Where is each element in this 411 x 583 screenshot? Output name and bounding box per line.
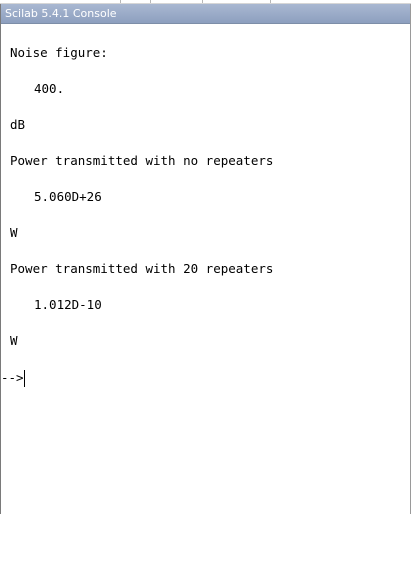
console-line-power-no-repeaters-label: Power transmitted with no repeaters: [10, 153, 274, 168]
strip-tick: [120, 0, 121, 3]
console-output[interactable]: Noise figure: 400. dB Power transmitted …: [1, 25, 410, 514]
console-line-noise-label: Noise figure:: [10, 45, 108, 60]
title-bar[interactable]: Scilab 5.4.1 Console: [1, 4, 410, 24]
console-line-power-20-repeaters-label: Power transmitted with 20 repeaters: [10, 261, 274, 276]
console-line-power-20-repeaters-unit: W: [10, 333, 18, 348]
strip-tick: [150, 0, 151, 3]
console-window: Scilab 5.4.1 Console Noise figure: 400. …: [0, 4, 411, 514]
strip-tick: [270, 0, 271, 3]
strip-tick: [202, 0, 203, 3]
console-line-power-no-repeaters-unit: W: [10, 225, 18, 240]
console-prompt: -->: [1, 370, 24, 385]
window-title: Scilab 5.4.1 Console: [5, 7, 117, 20]
text-caret: [23, 369, 25, 387]
console-prompt-row[interactable]: -->: [1, 369, 25, 387]
console-line-noise-value: 400.: [34, 81, 65, 96]
console-line-power-no-repeaters-value: 5.060D+26: [34, 189, 102, 204]
console-line-power-20-repeaters-value: 1.012D-10: [34, 297, 102, 312]
console-line-noise-unit: dB: [10, 117, 26, 132]
